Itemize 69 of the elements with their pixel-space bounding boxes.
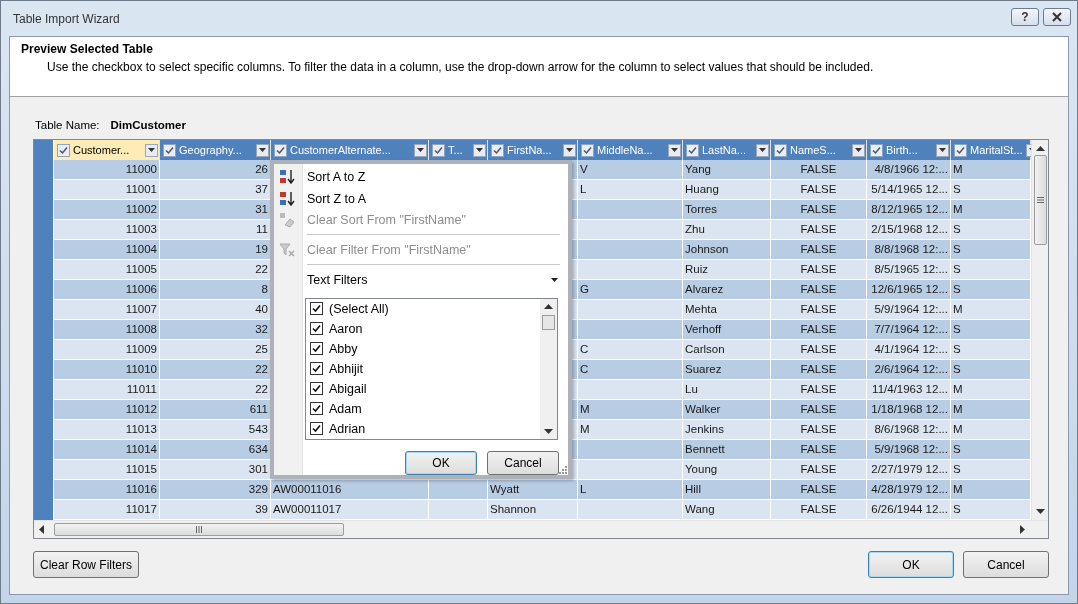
column-checkbox[interactable] [774,143,787,157]
grip-icon [196,526,202,533]
value-label[interactable]: Aaron [329,321,363,336]
cancel-button[interactable]: Cancel [487,450,559,475]
value-label[interactable]: Adrian [329,421,366,436]
scroll-right-arrow-icon[interactable] [1020,525,1025,534]
column-header[interactable]: Birth... [867,140,951,160]
close-icon [1051,11,1063,22]
table-name-label: Table Name: [35,119,100,133]
column-header[interactable]: CustomerAlternate... [271,140,429,160]
scroll-up-arrow-icon[interactable] [1035,146,1045,151]
menu-item[interactable]: Sort Z to A [307,187,560,210]
close-button[interactable] [1043,7,1071,26]
page-title: Preview Selected Table [21,42,154,56]
column-header[interactable]: MiddleNa... [578,140,683,160]
scroll-thumb[interactable] [542,314,555,330]
sort-ascending-icon [279,168,295,185]
column-header[interactable]: NameS... [771,140,867,160]
scroll-down-arrow-icon[interactable] [544,428,553,434]
scroll-left-arrow-icon[interactable] [39,525,44,534]
value-label[interactable]: (Select All) [329,301,389,316]
scroll-up-arrow-icon[interactable] [544,303,553,309]
column-checkbox[interactable] [274,143,287,157]
value-label[interactable]: Adam [329,401,362,416]
column-checkbox[interactable] [57,143,70,157]
caret-icon [551,278,558,283]
clear-row-filters-button[interactable]: Clear Row Filters [33,551,139,578]
column-header[interactable]: LastNa... [683,140,771,160]
column-checkbox[interactable] [686,143,699,157]
column-checkbox[interactable] [870,143,883,157]
ok-button[interactable]: OK [405,450,477,475]
grip-icon [1036,197,1044,203]
sort-descending-icon [279,190,295,207]
menu-item[interactable]: Sort A to Z [307,166,560,188]
column-header[interactable]: Customer... [54,140,160,160]
clear-filter-icon [279,242,295,259]
value-label[interactable]: Abby [329,341,358,356]
ok-button[interactable]: OK [868,551,954,578]
eraser-icon [279,212,295,229]
column-header[interactable]: MaritalSt... [951,140,1031,160]
help-button[interactable]: ? [1011,7,1039,26]
window-title: Table Import Wizard [13,11,120,26]
checkbox[interactable] [310,382,323,396]
cancel-button[interactable]: Cancel [963,551,1049,578]
column-checkbox[interactable] [581,143,594,157]
checkbox[interactable] [310,402,323,416]
scroll-down-arrow-icon[interactable] [1035,509,1045,514]
column-checkbox[interactable] [491,143,504,157]
checkbox[interactable] [310,422,323,436]
column-checkbox[interactable] [954,143,967,157]
page-description: Use the checkbox to select specific columns. To filter the data in a column, use the drop-down arrow for the column to select values that should be included. [46,60,875,74]
horizontal-scrollbar[interactable] [34,520,1048,538]
checkbox[interactable] [310,302,323,316]
resize-grip-icon[interactable] [559,466,567,474]
checkbox[interactable] [310,362,323,376]
column-checkbox[interactable] [163,143,176,157]
checkbox[interactable] [310,342,323,356]
value-label[interactable]: Abhijit [329,361,364,376]
row-selector[interactable] [34,500,54,520]
column-checkbox[interactable] [432,143,445,157]
table-name: DimCustomer [110,119,186,133]
column-header[interactable]: T... [429,140,488,160]
menu-item[interactable]: Text Filters [307,269,560,291]
list-scrollbar[interactable] [540,298,557,439]
column-header[interactable]: FirstNa... [488,140,578,160]
value-label[interactable]: Abigail [329,381,367,396]
checkbox[interactable] [310,322,323,336]
column-header[interactable]: Geography... [160,140,271,160]
vertical-scrollbar[interactable] [1031,140,1048,520]
